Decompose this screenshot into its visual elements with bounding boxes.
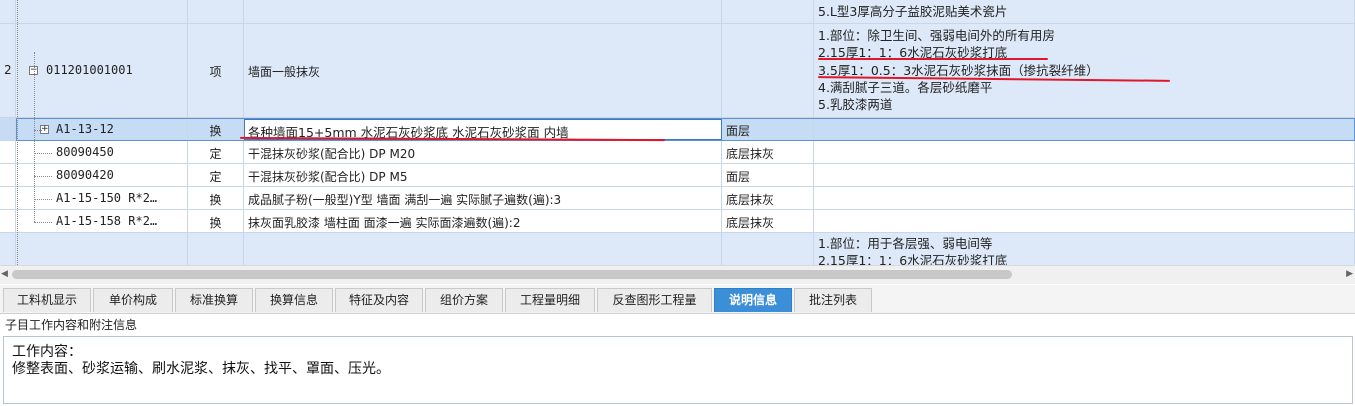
table-row[interactable]: 80090420 定 干混抹灰砂浆(配合比) DP M5 面层	[0, 164, 1355, 187]
row-index: 2	[4, 63, 12, 77]
table-row[interactable]: 5.L型3厚高分子益胶泥贴美术瓷片	[0, 0, 1355, 24]
scrollbar-thumb[interactable]	[12, 270, 1012, 279]
item-features[interactable]: 1.部位：除卫生间、强弱电间外的所有用房 2.15厚1：1：6水泥石灰砂浆打底 …	[814, 24, 1355, 118]
item-type: 项	[209, 65, 222, 79]
material-code: 80090450	[56, 145, 114, 159]
item-name: 墙面一般抹灰	[248, 65, 321, 79]
scroll-left-icon[interactable]: ◀	[1, 269, 8, 279]
sub-name: 抹灰面乳胶漆 墙柱面 面漆一遍 实际面漆遍数(遍):2	[248, 216, 521, 230]
material-unit: 面层	[726, 170, 751, 184]
sub-type: 换	[209, 216, 222, 230]
tree-line	[34, 222, 52, 223]
tree-line	[34, 199, 52, 200]
tab-reverse-graphic-quantity[interactable]: 反查图形工程量	[597, 288, 712, 312]
material-unit: 底层抹灰	[726, 147, 775, 161]
tab-pricing-scheme[interactable]: 组价方案	[425, 288, 503, 312]
sub-type: 换	[209, 124, 222, 138]
tree-line	[34, 176, 52, 177]
tab-annotation-list[interactable]: 批注列表	[794, 288, 872, 312]
material-name: 干混抹灰砂浆(配合比) DP M20	[248, 147, 416, 161]
tab-unit-price-composition[interactable]: 单价构成	[93, 288, 173, 312]
sub-code: A1-15-158 R*2…	[56, 214, 158, 228]
tree-line	[17, 0, 18, 265]
feature-line: 4.满刮腻子三道。各层砂纸磨平	[818, 80, 993, 95]
quota-grid: 5.L型3厚高分子益胶泥贴美术瓷片 2 − 011201001001 项 墙面一…	[0, 0, 1355, 265]
table-row[interactable]: A1-15-158 R*2… 换 抹灰面乳胶漆 墙柱面 面漆一遍 实际面漆遍数(…	[0, 210, 1355, 233]
sub-unit: 面层	[726, 124, 751, 138]
material-type: 定	[209, 170, 222, 184]
sub-name: 成品腻子粉(一般型)Y型 墙面 满刮一遍 实际腻子遍数(遍):3	[248, 193, 562, 207]
feature-text: 5.L型3厚高分子益胶泥贴美术瓷片	[818, 4, 1008, 19]
annotation-underline	[818, 58, 1048, 60]
tree-line	[34, 52, 35, 222]
bottom-tab-bar: 工料机显示 单价构成 标准换算 换算信息 特征及内容 组价方案 工程量明细 反查…	[0, 285, 1355, 314]
table-row[interactable]: 80090450 定 干混抹灰砂浆(配合比) DP M20 底层抹灰	[0, 141, 1355, 164]
tree-line	[34, 130, 42, 131]
description-panel[interactable]: 工作内容： 修整表面、砂浆运输、刷水泥浆、抹灰、找平、罩面、压光。	[3, 336, 1353, 404]
tab-conversion-info[interactable]: 换算信息	[255, 288, 333, 312]
scroll-right-icon[interactable]: ▶	[1346, 269, 1353, 279]
tab-features-content[interactable]: 特征及内容	[335, 288, 423, 312]
feature-line: 1.部位：除卫生间、强弱电间外的所有用房	[818, 28, 1055, 43]
item-code: 011201001001	[46, 63, 133, 77]
tab-quantity-detail[interactable]: 工程量明细	[505, 288, 595, 312]
tree-line	[34, 153, 52, 154]
material-code: 80090420	[56, 168, 114, 182]
feature-line: 5.乳胶漆两道	[818, 97, 893, 112]
sub-unit: 底层抹灰	[726, 193, 775, 207]
tab-description-info[interactable]: 说明信息	[714, 288, 792, 312]
tab-labor-material-machine[interactable]: 工料机显示	[3, 288, 91, 312]
panel-line: 工作内容：	[12, 344, 82, 360]
sub-type: 换	[209, 193, 222, 207]
tab-standard-conversion[interactable]: 标准换算	[175, 288, 253, 312]
horizontal-scrollbar[interactable]: ◀ ▶	[0, 265, 1355, 284]
table-row-item[interactable]: 1.部位：用于各层强、弱电间等 2.15厚1：1：6水泥石灰砂浆打底	[0, 233, 1355, 265]
panel-line: 修整表面、砂浆运输、刷水泥浆、抹灰、找平、罩面、压光。	[12, 361, 390, 377]
material-type: 定	[209, 147, 222, 161]
material-name: 干混抹灰砂浆(配合比) DP M5	[248, 170, 408, 184]
sub-code: A1-15-150 R*2…	[56, 191, 158, 205]
sub-unit: 底层抹灰	[726, 216, 775, 230]
table-row[interactable]: A1-15-150 R*2… 换 成品腻子粉(一般型)Y型 墙面 满刮一遍 实际…	[0, 187, 1355, 210]
table-row-item[interactable]: 2 − 011201001001 项 墙面一般抹灰 1.部位：除卫生间、强弱电间…	[0, 24, 1355, 118]
feature-line: 2.15厚1：1：6水泥石灰砂浆打底	[818, 253, 1008, 265]
panel-title: 子目工作内容和附注信息	[5, 318, 138, 332]
sub-code: A1-13-12	[56, 122, 114, 136]
feature-line: 1.部位：用于各层强、弱电间等	[818, 236, 993, 251]
